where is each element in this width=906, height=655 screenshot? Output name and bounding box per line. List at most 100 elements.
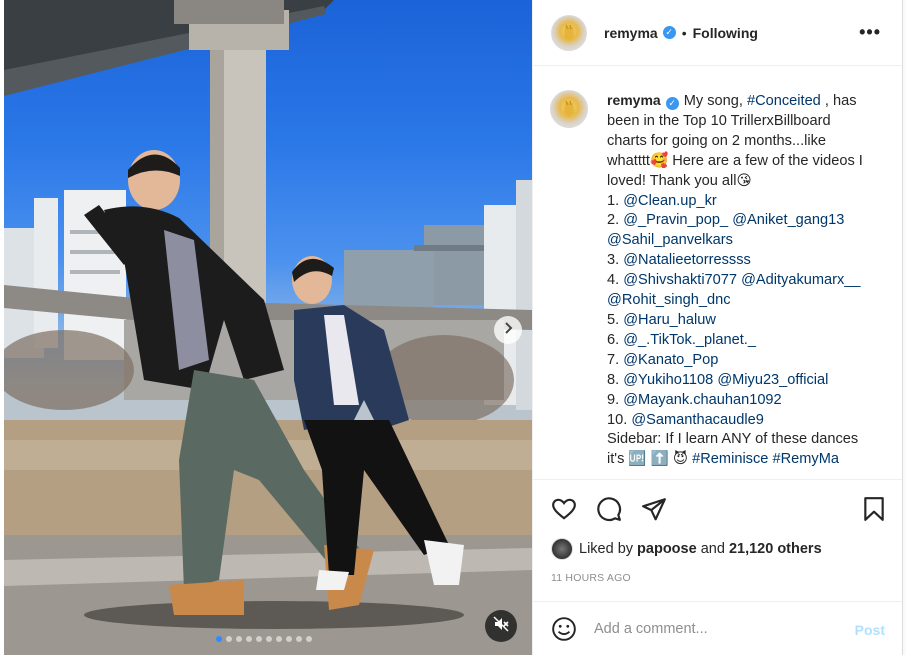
avatar[interactable] [550, 90, 588, 128]
likes-prefix: Liked by [579, 541, 634, 557]
carousel-dot[interactable] [246, 636, 252, 642]
bookmark-icon[interactable] [862, 496, 886, 527]
caption-text-segment: 7. [607, 351, 624, 368]
mention-link[interactable]: @Samanthacaudle9 [631, 412, 763, 428]
caption-line: 10. @Samanthacaudle9 [607, 411, 893, 431]
caption-text-segment: My song, [683, 93, 747, 109]
caption-text-segment: 3. [607, 252, 624, 269]
caption-text-segment: Sidebar: If I learn ANY of these dances [607, 431, 859, 448]
caption-line: loved! Thank you all😘 [607, 172, 893, 192]
carousel-dot[interactable] [306, 636, 312, 642]
emoji-icon[interactable] [551, 616, 577, 642]
carousel-dot[interactable] [216, 636, 222, 642]
caption-line: 4. @Shivshakti7077 @Adityakumarx__ [607, 271, 893, 291]
comment-bar: Post [533, 601, 903, 655]
mention-link[interactable]: @Shivshakti7077 [623, 272, 737, 288]
mention-link[interactable]: @Haru_haluw [623, 312, 716, 328]
following-button[interactable]: Following [693, 25, 758, 41]
likes-summary: Liked by papoose and 21,120 others [551, 538, 822, 560]
mention-link[interactable]: @Sahil_panvelkars [607, 232, 733, 248]
caption-text-segment: 10. [607, 411, 632, 428]
hashtag-link[interactable]: #Reminisce [692, 451, 768, 467]
mention-link[interactable]: @Aniket_gang13 [732, 212, 844, 228]
caption-text-segment: been in the Top 10 TrillerxBillboard [607, 112, 831, 129]
caption-line: @Sahil_panvelkars [607, 231, 893, 251]
caption-text-segment: whatttt🥰 Here are a few of the videos I [607, 152, 863, 169]
verified-badge-icon: ✓ [665, 97, 679, 111]
comment-icon[interactable] [596, 496, 622, 522]
caption-text: remyma ✓ My song, #Conceited , has been in … [607, 91, 893, 470]
caption-text-segment: 9. [607, 391, 624, 408]
caption-line: Sidebar: If I learn ANY of these dances [607, 430, 893, 450]
carousel-dot[interactable] [276, 636, 282, 642]
actions-bar [533, 479, 903, 522]
mention-link[interactable]: @Kanato_Pop [623, 352, 718, 368]
post-header: remyma ✓ • Following ••• [533, 0, 903, 66]
verified-badge-icon: ✓ [662, 26, 676, 39]
caption-line: 6. @_.TikTok._planet._ [607, 331, 893, 351]
mention-link[interactable]: @Adityakumarx__ [741, 272, 860, 288]
mention-link[interactable]: @_Pravin_pop_ [623, 212, 728, 228]
caption-line: 3. @Natalieetorressss [607, 251, 893, 271]
caption-line: been in the Top 10 TrillerxBillboard [607, 112, 893, 132]
likes-count[interactable]: 21,120 others [729, 541, 822, 557]
caption-text-segment: 2. [607, 212, 624, 229]
separator-dot: • [681, 24, 687, 41]
caption-line: 7. @Kanato_Pop [607, 351, 893, 371]
likes-middle: and [700, 541, 725, 557]
video-frame [4, 0, 532, 655]
caption-text-segment: loved! Thank you all😘 [607, 172, 752, 189]
comment-input[interactable] [594, 620, 834, 637]
caption-text-segment: 5. [607, 311, 624, 328]
caption-text-segment: 6. [607, 331, 624, 348]
mute-button[interactable] [485, 610, 517, 642]
mention-link[interactable]: @Mayank.chauhan1092 [623, 392, 781, 408]
caption-line: whatttt🥰 Here are a few of the videos I [607, 152, 893, 172]
caption-line: remyma ✓ My song, #Conceited , has [607, 91, 893, 112]
liker-username[interactable]: papoose [637, 541, 697, 557]
caption-line: @Rohit_singh_dnc [607, 291, 893, 311]
chevron-right-icon [502, 321, 514, 339]
carousel-indicator [216, 636, 312, 642]
caption-text-segment: , has [820, 93, 857, 109]
post-timestamp[interactable]: 11 HOURS AGO [551, 572, 631, 584]
carousel-dot[interactable] [236, 636, 242, 642]
carousel-dot[interactable] [226, 636, 232, 642]
window-edge [902, 0, 906, 655]
caption-text-segment: charts for going on 2 months...like [607, 132, 827, 149]
carousel-dot[interactable] [256, 636, 262, 642]
caption-line: 9. @Mayank.chauhan1092 [607, 391, 893, 411]
hashtag-link[interactable]: #RemyMa [772, 451, 839, 467]
more-options-icon[interactable]: ••• [859, 22, 881, 43]
carousel-dot[interactable] [286, 636, 292, 642]
caption-area: remyma ✓ My song, #Conceited , has been in … [533, 67, 903, 479]
mention-link[interactable]: @Natalieetorressss [623, 252, 751, 268]
mention-link[interactable]: @Rohit_singh_dnc [607, 292, 731, 308]
carousel-dot[interactable] [266, 636, 272, 642]
post-side-panel: remyma ✓ • Following ••• remyma ✓ My song,… [532, 0, 903, 655]
mention-link[interactable]: @Yukiho1108 [623, 372, 713, 388]
caption-line: 1. @Clean.up_kr [607, 192, 893, 212]
mention-link[interactable]: @Miyu23_official [717, 372, 828, 388]
heart-icon[interactable] [551, 496, 577, 522]
caption-username[interactable]: remyma [607, 92, 661, 108]
next-media-button[interactable] [494, 316, 522, 344]
carousel-dot[interactable] [296, 636, 302, 642]
share-icon[interactable] [641, 496, 667, 522]
hashtag-link[interactable]: #Conceited [747, 93, 821, 109]
username[interactable]: remyma [604, 25, 658, 41]
liker-avatar[interactable] [551, 538, 573, 560]
mention-link[interactable]: @Clean.up_kr [623, 193, 717, 209]
caption-line: charts for going on 2 months...like [607, 132, 893, 152]
mention-link[interactable]: @_.TikTok._planet._ [623, 332, 756, 348]
post-comment-button[interactable]: Post [855, 622, 885, 638]
caption-line: 2. @_Pravin_pop_ @Aniket_gang13 [607, 211, 893, 231]
caption-text-segment: it's 🆙 ⬆️ 😈 [607, 451, 693, 468]
caption-text-segment: 4. [607, 272, 624, 289]
caption-text-segment: 8. [607, 371, 624, 388]
avatar[interactable] [551, 14, 587, 51]
caption-text-segment: 1. [607, 192, 624, 209]
caption-line: it's 🆙 ⬆️ 😈 #Reminisce #RemyMa [607, 450, 893, 470]
caption-line: 8. @Yukiho1108 @Miyu23_official [607, 371, 893, 391]
post-media[interactable] [4, 0, 532, 655]
